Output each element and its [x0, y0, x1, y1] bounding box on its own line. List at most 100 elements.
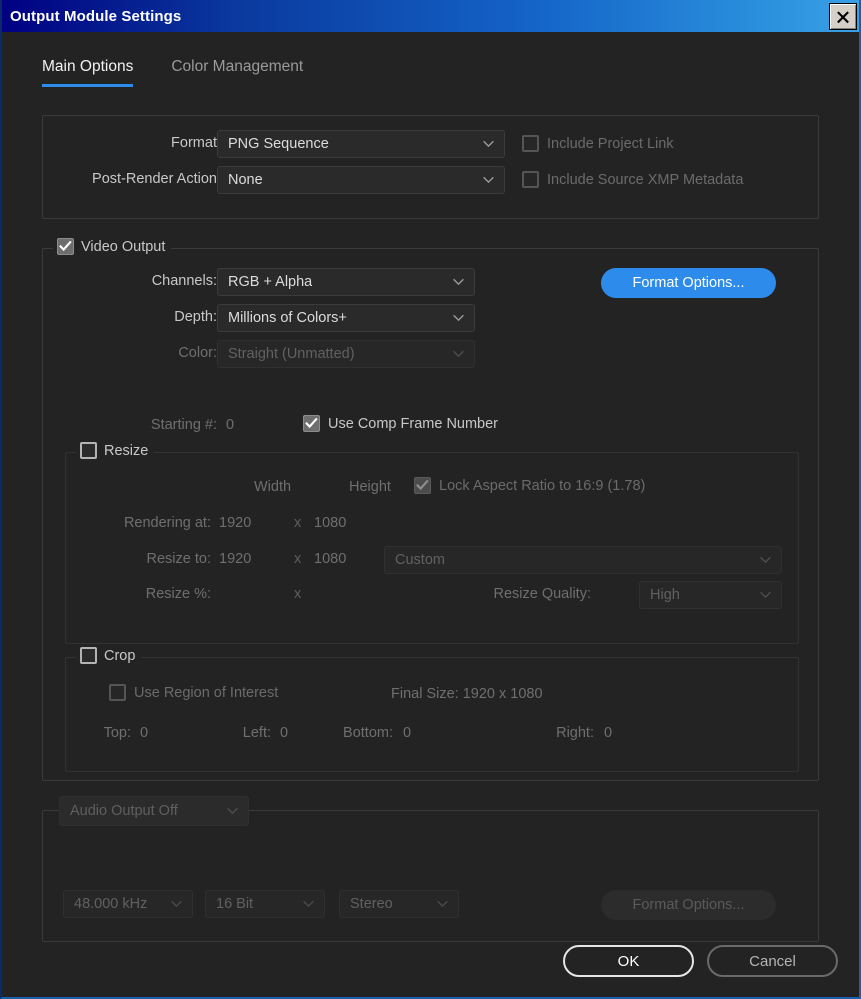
close-icon[interactable] — [829, 3, 857, 30]
chevron-down-icon — [453, 314, 464, 322]
depth-dropdown-value: Millions of Colors+ — [228, 310, 347, 326]
audio-output-mode-value: Audio Output Off — [70, 803, 178, 819]
use-region-of-interest-checkbox — [109, 684, 126, 701]
crop-legend: Crop — [76, 647, 142, 664]
resize-percent-label: Resize %: — [145, 586, 211, 602]
rendering-at-height-value: 1080 — [314, 515, 347, 531]
chevron-down-icon — [760, 591, 771, 599]
resize-group: Resize Width Height Lock Aspect Ratio to… — [65, 442, 799, 644]
ok-button[interactable]: OK — [563, 945, 694, 977]
crop-right-label: Right: — [556, 725, 594, 741]
depth-label: Depth: — [174, 309, 217, 325]
resize-to-label: Resize to: — [146, 551, 211, 567]
resize-preset-dropdown: Custom — [384, 546, 782, 574]
color-dropdown-value: Straight (Unmatted) — [228, 346, 355, 362]
video-output-checkbox[interactable] — [57, 238, 74, 255]
chevron-down-icon — [227, 807, 238, 815]
resize-width-header: Width — [254, 479, 292, 495]
use-region-of-interest-row: Use Region of Interest — [109, 684, 278, 701]
use-comp-frame-number-row: Use Comp Frame Number — [303, 415, 498, 432]
crop-group: Crop Use Region of Interest Final Size: … — [65, 647, 799, 772]
crop-label: Crop — [104, 647, 136, 664]
video-output-label: Video Output — [81, 238, 166, 255]
audio-output-group: Audio Output Off 48.000 kHz 16 Bit Stere… — [42, 796, 819, 942]
chevron-down-icon — [483, 176, 494, 184]
include-source-xmp-metadata-label: Include Source XMP Metadata — [547, 171, 744, 188]
resize-quality-label: Resize Quality: — [493, 586, 591, 602]
format-group: Format: PNG Sequence Post-Render Action:… — [42, 115, 819, 219]
crop-right-value: 0 — [604, 725, 613, 741]
dialog-body: Main Options Color Management Format: PN… — [2, 32, 859, 997]
resize-percent-x-separator: x — [294, 586, 302, 602]
format-dropdown-value: PNG Sequence — [228, 136, 329, 152]
resize-preset-value: Custom — [395, 552, 445, 568]
chevron-down-icon — [171, 900, 182, 908]
lock-aspect-ratio-checkbox — [414, 477, 431, 494]
lock-aspect-ratio-label: Lock Aspect Ratio to 16:9 (1.78) — [439, 477, 646, 494]
include-project-link-checkbox — [522, 135, 539, 152]
close-x-glyph — [837, 10, 849, 23]
resize-quality-value: High — [650, 587, 680, 603]
tab-main-options[interactable]: Main Options — [42, 58, 134, 87]
chevron-down-icon — [453, 278, 464, 286]
video-output-legend: Video Output — [53, 238, 172, 255]
chevron-down-icon — [437, 900, 448, 908]
window-titlebar: Output Module Settings — [2, 0, 859, 32]
depth-dropdown[interactable]: Millions of Colors+ — [217, 304, 475, 332]
use-comp-frame-number-checkbox[interactable] — [303, 415, 320, 432]
resize-label: Resize — [104, 442, 149, 459]
crop-left-label: Left: — [242, 725, 271, 741]
check-icon — [59, 240, 72, 252]
crop-bottom-value: 0 — [403, 725, 412, 741]
cancel-button[interactable]: Cancel — [707, 945, 838, 977]
format-dropdown[interactable]: PNG Sequence — [217, 130, 505, 158]
channels-dropdown-value: RGB + Alpha — [228, 274, 313, 290]
resize-to-height-value: 1080 — [314, 551, 347, 567]
audio-bit-depth-dropdown: 16 Bit — [205, 890, 325, 918]
chevron-down-icon — [303, 900, 314, 908]
include-project-link-label: Include Project Link — [547, 135, 674, 152]
audio-channels-value: Stereo — [350, 896, 393, 912]
include-source-xmp-metadata-row: Include Source XMP Metadata — [522, 171, 743, 188]
post-render-action-dropdown[interactable]: None — [217, 166, 505, 194]
video-format-options-button[interactable]: Format Options... — [601, 268, 776, 298]
use-region-of-interest-label: Use Region of Interest — [134, 684, 279, 701]
window-title: Output Module Settings — [10, 7, 182, 25]
crop-checkbox[interactable] — [80, 647, 97, 664]
check-icon — [416, 479, 429, 491]
resize-to-width-value: 1920 — [219, 551, 252, 567]
crop-left-value: 0 — [280, 725, 289, 741]
include-source-xmp-metadata-checkbox — [522, 171, 539, 188]
tab-color-management[interactable]: Color Management — [171, 58, 303, 87]
color-dropdown: Straight (Unmatted) — [217, 340, 475, 368]
audio-bit-depth-value: 16 Bit — [216, 896, 254, 912]
check-icon — [305, 417, 318, 429]
chevron-down-icon — [483, 140, 494, 148]
resize-height-header: Height — [349, 479, 391, 495]
crop-top-label: Top: — [103, 725, 131, 741]
rendering-at-x-separator: x — [294, 515, 302, 531]
starting-number-label: Starting #: — [150, 417, 217, 433]
rendering-at-width-value: 1920 — [219, 515, 252, 531]
post-render-action-label: Post-Render Action: — [92, 171, 221, 187]
use-comp-frame-number-label: Use Comp Frame Number — [328, 415, 499, 432]
final-size-label: Final Size: 1920 x 1080 — [391, 686, 543, 702]
audio-format-options-button: Format Options... — [601, 890, 776, 920]
resize-checkbox[interactable] — [80, 442, 97, 459]
starting-number-value: 0 — [226, 417, 235, 433]
lock-aspect-ratio-row: Lock Aspect Ratio to 16:9 (1.78) — [414, 477, 645, 494]
resize-legend: Resize — [76, 442, 155, 459]
channels-dropdown[interactable]: RGB + Alpha — [217, 268, 475, 296]
chevron-down-icon — [453, 350, 464, 358]
resize-to-x-separator: x — [294, 551, 302, 567]
audio-channels-dropdown: Stereo — [339, 890, 459, 918]
audio-sample-rate-dropdown: 48.000 kHz — [63, 890, 193, 918]
output-module-settings-dialog: Output Module Settings Main Options Colo… — [0, 0, 861, 999]
tab-bar: Main Options Color Management — [42, 58, 303, 87]
video-output-group: Video Output Channels: RGB + Alpha Forma… — [42, 238, 819, 781]
crop-top-value: 0 — [140, 725, 149, 741]
resize-quality-dropdown: High — [639, 581, 782, 609]
color-label: Color: — [178, 345, 217, 361]
audio-output-mode-dropdown: Audio Output Off — [59, 796, 249, 826]
include-project-link-row: Include Project Link — [522, 135, 674, 152]
